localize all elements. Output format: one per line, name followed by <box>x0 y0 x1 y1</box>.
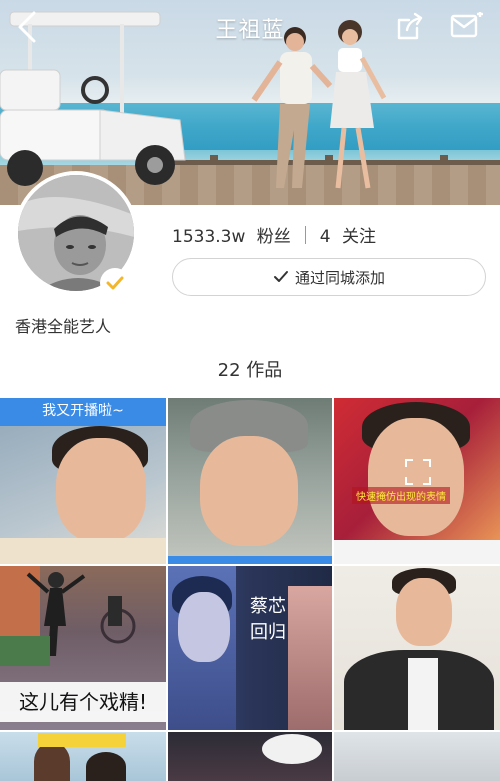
thumbnail-shirt <box>334 540 500 564</box>
page-title: 王祖蓝 <box>215 18 285 43</box>
speech-bubble-decoration <box>38 733 126 747</box>
video-thumbnail-6[interactable] <box>334 566 500 730</box>
works-count: 22 作品 <box>217 360 283 381</box>
video-thumbnail-9[interactable] <box>334 732 500 781</box>
stats-divider <box>304 225 306 244</box>
followers-count: 1533.3w <box>172 227 246 247</box>
following-stat[interactable]: 4 关注 <box>320 222 376 247</box>
profile-bio: 香港全能艺人 <box>15 317 112 336</box>
video-thumbnail-3[interactable]: 快速掩仿出现的表情 <box>334 398 500 564</box>
add-via-nearby-label: 通过同城添加 <box>294 268 385 287</box>
thumbnail-face <box>396 578 452 646</box>
thumbnail-hair <box>86 752 126 781</box>
video-thumbnail-4[interactable]: 这儿有个戏精! <box>0 566 166 730</box>
following-count: 4 <box>319 227 331 247</box>
following-label: 关注 <box>342 227 377 247</box>
thumbnail-face <box>200 436 298 546</box>
video-thumbnail-8[interactable] <box>168 732 332 781</box>
thumbnail-progress-strip <box>168 556 332 564</box>
top-bar: 王祖蓝 <box>0 0 500 60</box>
video-overlay-text: 快速掩仿出现的表情 <box>352 487 450 504</box>
add-via-nearby-button[interactable]: 通过同城添加 <box>172 258 486 296</box>
video-overlay-text: 蔡芯 回归 <box>250 596 286 643</box>
followers-label: 粉丝 <box>256 227 291 247</box>
thumbnail-shirt <box>408 658 438 730</box>
profile-stats: 1533.3w 粉丝 4 关注 <box>172 222 376 247</box>
followers-stat[interactable]: 1533.3w 粉丝 <box>172 222 291 247</box>
works-grid: 我又开播啦~ 快速掩仿出现的表情 这儿有个戏精! 蔡芯 回归 <box>0 398 500 781</box>
checkmark-icon <box>273 271 288 282</box>
video-thumbnail-1[interactable]: 我又开播啦~ <box>0 398 166 564</box>
video-thumbnail-5[interactable] <box>168 566 332 730</box>
verified-check-icon <box>106 276 124 290</box>
video-overlay-text: 我又开播啦~ <box>0 398 166 426</box>
thumbnail-hat <box>262 734 322 764</box>
profile-page: 王祖蓝 1533.3w 粉丝 4 关注 通过同城添加 香港全能艺人 22 作品 … <box>0 0 500 781</box>
share-icon[interactable] <box>395 12 425 42</box>
video-thumbnail-2[interactable] <box>168 398 332 564</box>
dance-scene <box>0 566 136 666</box>
mail-icon[interactable] <box>450 12 484 40</box>
thumbnail-face <box>178 592 230 662</box>
thumbnail-face <box>56 438 146 542</box>
focus-frame-icon <box>405 459 431 485</box>
video-overlay-text: 这儿有个戏精! <box>0 682 166 722</box>
thumbnail-shirt <box>0 538 166 564</box>
verified-badge <box>100 268 130 298</box>
thumbnail-hair <box>34 742 70 781</box>
